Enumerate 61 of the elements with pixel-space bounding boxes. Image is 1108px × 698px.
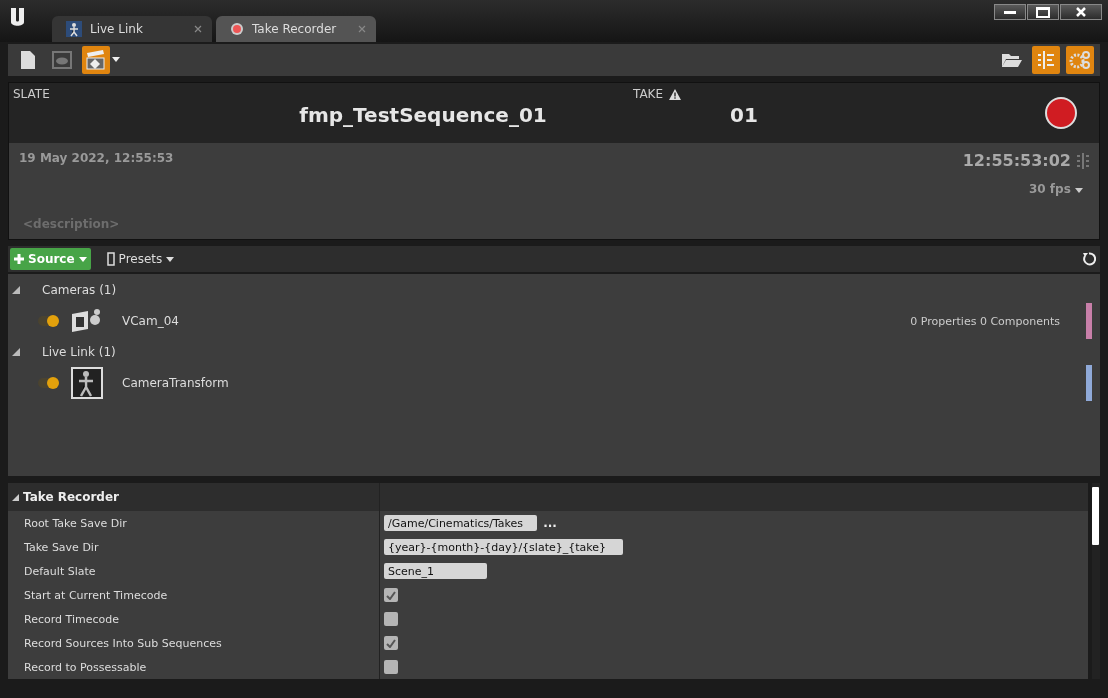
- gears-icon: [1069, 50, 1091, 70]
- warning-icon: [669, 88, 682, 100]
- source-name: VCam_04: [122, 314, 180, 328]
- property-label: Take Save Dir: [8, 535, 380, 559]
- property-label: Record to Possessable: [8, 655, 380, 679]
- checkbox[interactable]: [384, 660, 398, 674]
- toolbar-button[interactable]: [82, 46, 110, 74]
- timestamp: 19 May 2022, 12:55:53: [19, 151, 175, 167]
- take-number[interactable]: 01: [730, 103, 758, 127]
- take-label: TAKE: [633, 87, 1045, 101]
- checkbox[interactable]: [384, 588, 398, 602]
- close-icon[interactable]: [194, 25, 202, 33]
- plus-icon: [14, 254, 24, 264]
- minimize-button[interactable]: [994, 4, 1026, 20]
- expander-icon[interactable]: [12, 348, 20, 356]
- tab[interactable]: Take Recorder: [216, 16, 376, 42]
- record-button[interactable]: [1045, 97, 1077, 129]
- toggle-switch[interactable]: [38, 378, 58, 388]
- caret-icon: [166, 256, 175, 262]
- caret-icon[interactable]: [112, 57, 120, 63]
- expander-icon[interactable]: [12, 286, 20, 294]
- text-field[interactable]: /Game/Cinematics/Takes: [384, 515, 538, 531]
- folder-icon: [1001, 52, 1023, 68]
- text-field[interactable]: Scene_1: [384, 563, 487, 579]
- checkbox[interactable]: [384, 612, 398, 626]
- document-icon: [20, 50, 36, 70]
- property-label: Default Slate: [8, 559, 380, 583]
- caret-icon: [78, 256, 87, 262]
- tab[interactable]: Live Link: [52, 16, 212, 42]
- record-icon: [230, 22, 244, 36]
- figure-icon: [66, 21, 82, 37]
- slate-name[interactable]: fmp_TestSequence_01: [299, 103, 547, 127]
- browse-button[interactable]: ...: [543, 516, 557, 530]
- slate-label: SLATE: [13, 87, 51, 101]
- caret-icon: [1075, 188, 1083, 193]
- film-strip-icon: [106, 252, 115, 266]
- figure-icon: [70, 366, 104, 400]
- presets-button[interactable]: Presets: [100, 251, 181, 267]
- checkbox[interactable]: [384, 636, 398, 650]
- text-field[interactable]: {year}-{month}-{day}/{slate}_{take}: [384, 539, 623, 555]
- scrollbar[interactable]: [1092, 483, 1100, 679]
- frame-rate-dropdown[interactable]: 30 fps: [1028, 182, 1083, 196]
- timecode-icon[interactable]: [1077, 151, 1089, 170]
- group-label: Live Link (1): [42, 345, 116, 359]
- expander-icon: [12, 493, 19, 501]
- property-label: Start at Current Timecode: [8, 583, 380, 607]
- refresh-icon[interactable]: [1082, 252, 1096, 266]
- timecode: 12:55:53:02: [962, 151, 1071, 170]
- property-label: Root Take Save Dir: [8, 511, 380, 535]
- close-icon: [1075, 6, 1087, 18]
- close-button[interactable]: [1060, 4, 1102, 20]
- source-info: 0 Properties 0 Components: [910, 314, 1060, 328]
- maximize-button[interactable]: [1027, 4, 1059, 20]
- toggle-switch[interactable]: [38, 316, 58, 326]
- property-label: Record Sources Into Sub Sequences: [8, 631, 380, 655]
- property-label: Record Timecode: [8, 607, 380, 631]
- source-name: CameraTransform: [122, 376, 230, 390]
- list-icon: [1036, 50, 1056, 70]
- film-eye-icon: [52, 51, 72, 69]
- clapperboard-icon: [85, 49, 107, 71]
- group-label: Cameras (1): [42, 283, 117, 297]
